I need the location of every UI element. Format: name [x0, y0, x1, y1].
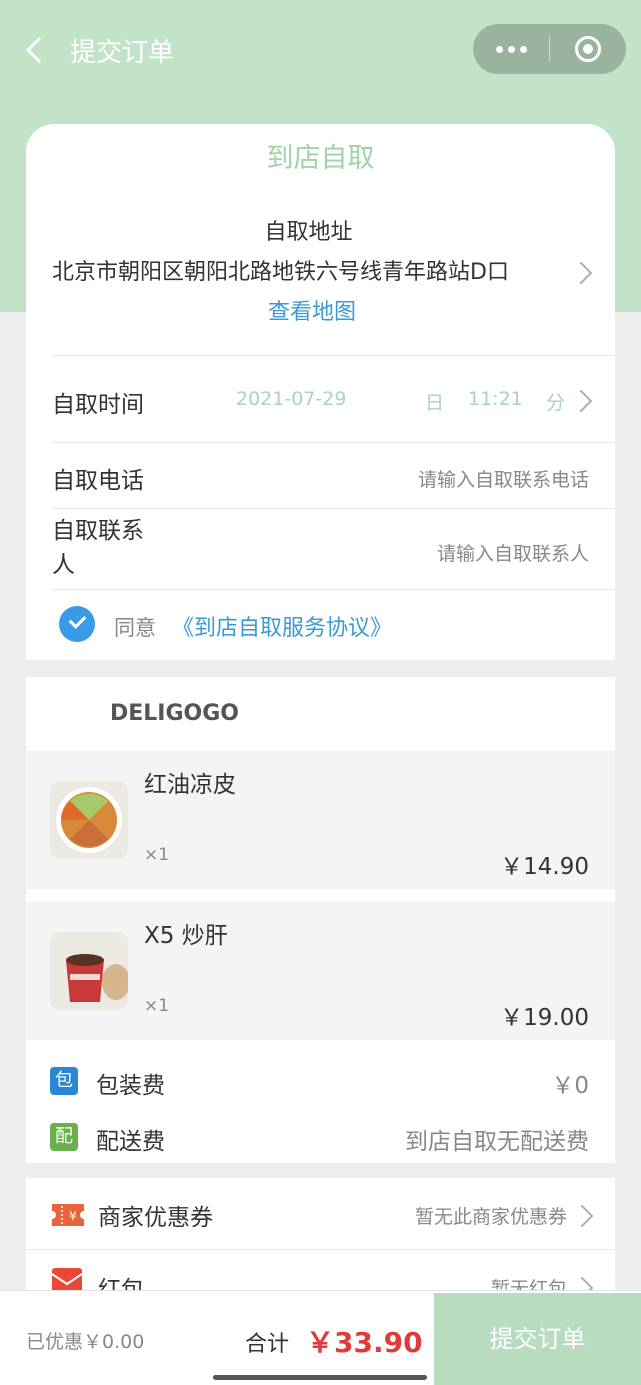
order-card: DELIGOGO 红油凉皮 ×1 ￥14.90 X5 炒肝 ×1 ￥19.00 … — [26, 677, 615, 1163]
item-name: 红油凉皮 — [144, 772, 236, 798]
navigation-bar: 提交订单 — [0, 0, 641, 100]
capsule-divider — [549, 36, 550, 62]
pickup-time[interactable]: 11:21 — [468, 388, 523, 410]
agree-prefix: 同意 — [114, 616, 156, 640]
list-item[interactable]: 红油凉皮 ×1 ￥14.90 — [26, 751, 615, 889]
item-quantity: ×1 — [144, 845, 170, 865]
item-name: X5 炒肝 — [144, 923, 228, 949]
total-label: 合计 — [245, 1332, 290, 1357]
pickup-phone-label: 自取电话 — [52, 468, 144, 494]
service-agreement-link[interactable]: 《到店自取服务协议》 — [172, 610, 392, 642]
store-name: DELIGOGO — [110, 701, 240, 726]
view-map-link[interactable]: 查看地图 — [26, 294, 598, 326]
tab-self-pickup[interactable]: 到店自取 — [26, 136, 615, 175]
more-icon[interactable] — [473, 24, 549, 74]
pickup-time-unit: 分 — [546, 392, 566, 414]
chevron-right-icon[interactable] — [569, 389, 593, 413]
merchant-coupon-label: 商家优惠券 — [98, 1205, 213, 1231]
total-amount: ￥33.90 — [306, 1326, 423, 1359]
mini-program-capsule — [473, 24, 626, 74]
pickup-contact-input[interactable]: 请输入自取联系人 — [437, 539, 589, 566]
submit-order-button[interactable]: 提交订单 — [434, 1293, 641, 1385]
address-label: 自取地址 — [264, 220, 353, 245]
pickup-date[interactable]: 2021-07-29 — [236, 388, 346, 410]
close-target-icon[interactable] — [575, 36, 601, 62]
pickup-time-label: 自取时间 — [52, 392, 144, 418]
coupon-icon: ¥ — [50, 1202, 86, 1232]
checkout-bar: 已优惠￥0.00 合计 ￥33.90 提交订单 — [0, 1290, 641, 1385]
divider — [52, 589, 615, 590]
pickup-phone-input[interactable]: 请输入自取联系电话 — [418, 465, 589, 492]
agree-checkbox[interactable] — [59, 606, 95, 642]
item-quantity: ×1 — [144, 996, 170, 1016]
dish-image — [50, 932, 128, 1010]
list-item[interactable]: X5 炒肝 ×1 ￥19.00 — [26, 902, 615, 1040]
divider — [52, 355, 615, 356]
pickup-contact-label: 自取联系人 — [52, 518, 144, 578]
page-title: 提交订单 — [70, 38, 175, 68]
delivery-fee-label: 配送费 — [96, 1129, 165, 1155]
package-fee-value: ￥0 — [551, 1073, 589, 1099]
delivery-fee-value: 到店自取无配送费 — [405, 1129, 589, 1155]
pickup-date-unit: 日 — [425, 392, 445, 414]
delivery-fee-icon: 配 — [50, 1123, 78, 1151]
pickup-address[interactable]: 北京市朝阳区朝阳北路地铁六号线青年路站D口 — [52, 254, 509, 286]
pickup-card: 到店自取 自取地址 北京市朝阳区朝阳北路地铁六号线青年路站D口 查看地图 自取时… — [26, 124, 615, 660]
package-fee-label: 包装费 — [96, 1073, 165, 1099]
divider — [52, 442, 615, 443]
discount-amount: 已优惠￥0.00 — [26, 1331, 145, 1353]
divider — [26, 1249, 615, 1250]
dish-image — [50, 781, 128, 859]
chevron-right-icon[interactable] — [569, 261, 593, 285]
back-icon[interactable] — [22, 34, 50, 66]
item-price: ￥19.00 — [500, 1005, 589, 1031]
item-price: ￥14.90 — [500, 854, 589, 880]
svg-text:¥: ¥ — [69, 1209, 77, 1223]
merchant-coupon-value[interactable]: 暂无此商家优惠券 — [415, 1202, 567, 1229]
divider — [52, 508, 615, 509]
package-fee-icon: 包 — [50, 1067, 78, 1095]
home-indicator — [213, 1375, 427, 1380]
chevron-right-icon[interactable] — [570, 1204, 594, 1228]
